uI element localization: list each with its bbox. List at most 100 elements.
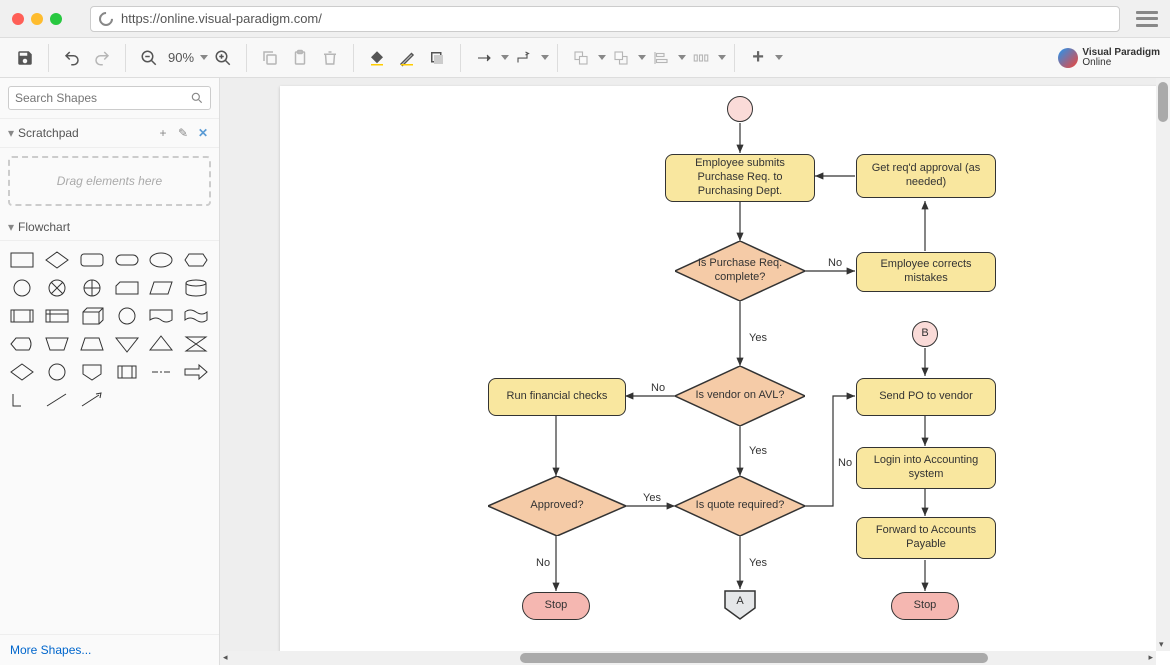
node-submit[interactable]: Employee submits Purchase Req. to Purcha… [665, 154, 815, 202]
shape-triangle-up[interactable] [147, 333, 175, 355]
address-bar[interactable]: https://online.visual-paradigm.com/ [90, 6, 1120, 32]
shape-document[interactable] [147, 305, 175, 327]
node-label: B [921, 327, 928, 341]
paste-button[interactable] [285, 43, 315, 73]
shape-delay[interactable] [147, 361, 175, 383]
waypoint-style-button[interactable] [509, 43, 539, 73]
node-a[interactable]: A [724, 590, 756, 620]
node-get-approval[interactable]: Get req'd approval (as needed) [856, 154, 996, 198]
node-stop1[interactable]: Stop [522, 592, 590, 620]
chevron-down-icon[interactable] [541, 55, 549, 60]
scratchpad-close-icon[interactable]: ✕ [195, 125, 211, 141]
shape-hourglass[interactable] [182, 333, 210, 355]
shape-trap2[interactable] [78, 333, 106, 355]
shape-diamond[interactable] [43, 249, 71, 271]
node-b[interactable]: B [912, 321, 938, 347]
maximize-window-button[interactable] [50, 13, 62, 25]
scratchpad-add-icon[interactable]: + [155, 125, 171, 141]
scrollbar-thumb[interactable] [1158, 82, 1168, 122]
more-shapes-link[interactable]: More Shapes... [0, 634, 219, 665]
align-button[interactable] [646, 43, 676, 73]
chevron-down-icon[interactable] [501, 55, 509, 60]
search-shapes-box[interactable] [8, 86, 211, 110]
shape-stored-data[interactable] [113, 361, 141, 383]
node-avl-q[interactable]: Is vendor on AVL? [675, 366, 805, 426]
shape-triangle-down[interactable] [113, 333, 141, 355]
zoom-out-button[interactable] [134, 43, 164, 73]
brand-logo[interactable]: Visual Paradigm Online [1058, 48, 1160, 68]
zoom-level[interactable]: 90% [164, 50, 198, 65]
undo-button[interactable] [57, 43, 87, 73]
search-input[interactable] [15, 91, 190, 105]
shape-parallelogram[interactable] [147, 277, 175, 299]
node-approved-q[interactable]: Approved? [488, 476, 626, 536]
node-corrects[interactable]: Employee corrects mistakes [856, 252, 996, 292]
zoom-dropdown-icon[interactable] [200, 55, 208, 60]
shape-tape[interactable] [182, 305, 210, 327]
line-color-button[interactable] [392, 43, 422, 73]
chevron-down-icon[interactable] [598, 55, 606, 60]
shape-cube[interactable] [78, 305, 106, 327]
shape-circle-small[interactable] [8, 277, 36, 299]
shape-ellipse[interactable] [147, 249, 175, 271]
distribute-button[interactable] [686, 43, 716, 73]
chevron-down-icon[interactable] [775, 55, 783, 60]
hamburger-menu-icon[interactable] [1136, 11, 1158, 27]
close-window-button[interactable] [12, 13, 24, 25]
canvas-page[interactable]: Employee submits Purchase Req. to Purcha… [280, 86, 1170, 665]
node-login[interactable]: Login into Accounting system [856, 447, 996, 489]
shape-bracket[interactable] [8, 389, 36, 411]
node-quote-q[interactable]: Is quote required? [675, 476, 805, 536]
flowchart-header[interactable]: ▾ Flowchart [0, 214, 219, 241]
shadow-button[interactable] [422, 43, 452, 73]
shape-circle2[interactable] [43, 361, 71, 383]
shape-rectangle[interactable] [8, 249, 36, 271]
scratchpad-edit-icon[interactable]: ✎ [175, 125, 191, 141]
shape-circle-plus[interactable] [78, 277, 106, 299]
canvas-area[interactable]: Employee submits Purchase Req. to Purcha… [220, 78, 1170, 665]
copy-button[interactable] [255, 43, 285, 73]
vertical-scrollbar[interactable]: ▴ ▾ [1156, 78, 1170, 651]
node-label: Employee submits Purchase Req. to Purcha… [672, 157, 808, 198]
shape-subprocess[interactable] [8, 305, 36, 327]
scratchpad-header[interactable]: ▾ Scratchpad + ✎ ✕ [0, 119, 219, 148]
node-complete-q[interactable]: Is Purchase Req. complete? [675, 241, 805, 301]
shape-offpage[interactable] [78, 361, 106, 383]
shape-display[interactable] [8, 333, 36, 355]
reload-icon[interactable] [96, 9, 116, 29]
shape-diamond2[interactable] [8, 361, 36, 383]
shape-hexagon[interactable] [182, 249, 210, 271]
chevron-down-icon[interactable] [718, 55, 726, 60]
fill-color-button[interactable] [362, 43, 392, 73]
horizontal-scrollbar[interactable]: ◂ ▸ [220, 651, 1156, 665]
save-button[interactable] [10, 43, 40, 73]
chevron-down-icon[interactable] [638, 55, 646, 60]
to-back-button[interactable] [606, 43, 636, 73]
redo-button[interactable] [87, 43, 117, 73]
node-send-po[interactable]: Send PO to vendor [856, 378, 996, 416]
shape-trap1[interactable] [43, 333, 71, 355]
add-button[interactable]: + [743, 43, 773, 73]
shape-card[interactable] [113, 277, 141, 299]
zoom-in-button[interactable] [208, 43, 238, 73]
shape-circle-x[interactable] [43, 277, 71, 299]
shape-cylinder[interactable] [182, 277, 210, 299]
chevron-down-icon[interactable] [678, 55, 686, 60]
delete-button[interactable] [315, 43, 345, 73]
shape-line-arrow[interactable] [78, 389, 106, 411]
node-financial[interactable]: Run financial checks [488, 378, 626, 416]
shape-rounded-rect[interactable] [78, 249, 106, 271]
to-front-button[interactable] [566, 43, 596, 73]
node-forward[interactable]: Forward to Accounts Payable [856, 517, 996, 559]
shape-terminator[interactable] [113, 249, 141, 271]
node-stop2[interactable]: Stop [891, 592, 959, 620]
connection-style-button[interactable] [469, 43, 499, 73]
scratchpad-dropzone[interactable]: Drag elements here [8, 156, 211, 206]
shape-internal-storage[interactable] [43, 305, 71, 327]
minimize-window-button[interactable] [31, 13, 43, 25]
node-start[interactable] [727, 96, 753, 122]
shape-arrow[interactable] [182, 361, 210, 383]
shape-circle[interactable] [113, 305, 141, 327]
scrollbar-thumb[interactable] [520, 653, 988, 663]
shape-line[interactable] [43, 389, 71, 411]
